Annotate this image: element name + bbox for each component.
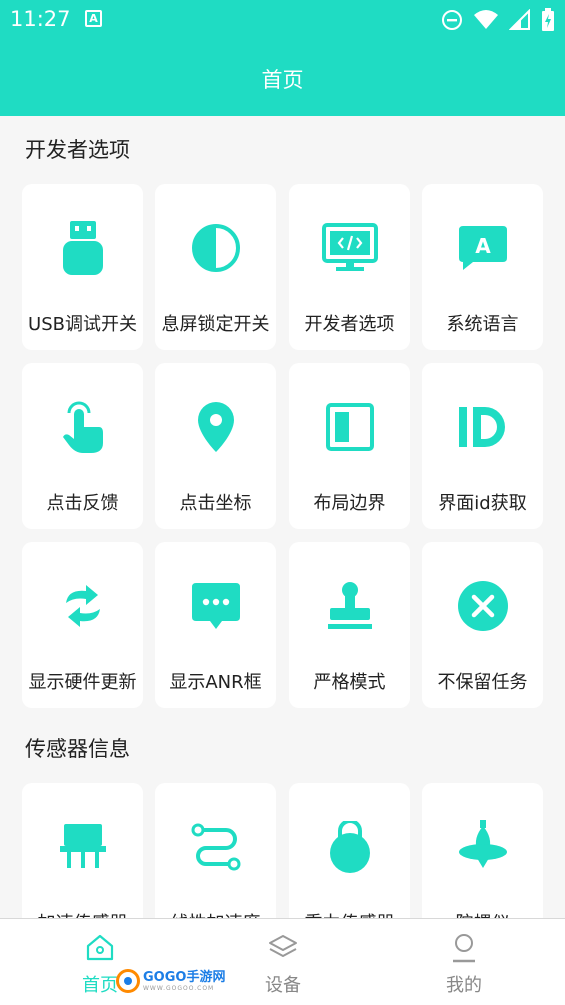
- main-content[interactable]: 开发者选项 USB调试开关 息屏锁定开关 开发者选项 A 系统语言 点击反馈 点…: [0, 116, 565, 918]
- app-bar: 首页: [0, 40, 565, 116]
- wifi-icon: [474, 10, 498, 29]
- section-title-developer: 开发者选项: [25, 138, 130, 162]
- card-developer-options[interactable]: 开发者选项: [289, 184, 410, 350]
- card-click-coordinates[interactable]: 点击坐标: [155, 363, 276, 529]
- usb-icon: [22, 220, 143, 276]
- card-hw-updates[interactable]: 显示硬件更新: [22, 542, 143, 708]
- home-icon: [6, 933, 194, 961]
- card-layout-bounds[interactable]: 布局边界: [289, 363, 410, 529]
- card-label: 界面id获取: [438, 493, 527, 514]
- card-anr-dialog[interactable]: 显示ANR框: [155, 542, 276, 708]
- card-label: 点击反馈: [46, 493, 119, 514]
- close-circle-icon: [422, 578, 543, 634]
- card-linear-acceleration[interactable]: 线性加速度: [155, 783, 276, 918]
- status-icons: [441, 8, 555, 32]
- card-label: 重力传感器: [289, 909, 410, 918]
- card-label: 陀螺仪: [422, 909, 543, 918]
- card-strict-mode[interactable]: 严格模式: [289, 542, 410, 708]
- language-icon: A: [422, 220, 543, 276]
- nav-tab-label: 我的: [446, 975, 482, 996]
- bottom-navigation: 首页 设备 我的: [0, 918, 565, 1005]
- card-no-keep-tasks[interactable]: 不保留任务: [422, 542, 543, 708]
- half-circle-icon: [155, 220, 276, 276]
- status-bar: 11:27 A: [0, 0, 565, 40]
- card-label: 不保留任务: [437, 672, 528, 693]
- card-usb-debug[interactable]: USB调试开关: [22, 184, 143, 350]
- card-label: 显示硬件更新: [28, 672, 137, 693]
- card-label: 严格模式: [313, 672, 386, 693]
- do-not-disturb-icon: [442, 10, 462, 30]
- user-icon: [370, 933, 558, 963]
- card-label: 点击坐标: [179, 493, 252, 514]
- layout-border-icon: [289, 399, 410, 455]
- card-click-feedback[interactable]: 点击反馈: [22, 363, 143, 529]
- nav-tab-mine[interactable]: 我的: [370, 919, 558, 1005]
- card-gravity-sensor[interactable]: 重力传感器: [289, 783, 410, 918]
- notification-icon: A: [85, 10, 102, 27]
- card-gyroscope[interactable]: 陀螺仪: [422, 783, 543, 918]
- card-label: 系统语言: [446, 314, 519, 335]
- path-icon: [155, 819, 276, 875]
- card-label: USB调试开关: [28, 314, 137, 335]
- card-screen-lock[interactable]: 息屏锁定开关: [155, 184, 276, 350]
- card-accelerometer[interactable]: 加速传感器: [22, 783, 143, 918]
- watermark-logo-icon: [116, 969, 140, 993]
- chip-icon: [22, 819, 143, 875]
- watermark-logo: GOGO手游网 WWW.GOGOO.COM: [116, 969, 225, 993]
- chat-dots-icon: [155, 578, 276, 634]
- page-title: 首页: [261, 68, 304, 92]
- status-time: 11:27: [10, 7, 71, 31]
- card-label: 息屏锁定开关: [161, 314, 270, 335]
- code-monitor-icon: [289, 220, 410, 276]
- card-system-language[interactable]: A 系统语言: [422, 184, 543, 350]
- id-icon: [422, 399, 543, 455]
- battery-icon: [542, 8, 554, 31]
- watermark-subtext: WWW.GOGOO.COM: [143, 984, 215, 992]
- tap-hand-icon: [22, 399, 143, 455]
- card-label: 显示ANR框: [169, 672, 262, 693]
- card-label: 开发者选项: [304, 314, 395, 335]
- card-ui-id[interactable]: 界面id获取: [422, 363, 543, 529]
- refresh-arrows-icon: [22, 578, 143, 634]
- card-label: 加速传感器: [22, 909, 143, 918]
- watermark-text: GOGO手游网: [143, 969, 226, 985]
- signal-icon: [509, 9, 530, 30]
- card-label: 布局边界: [313, 493, 386, 514]
- location-pin-icon: [155, 399, 276, 455]
- kettlebell-icon: [289, 819, 410, 875]
- stamp-icon: [289, 578, 410, 634]
- layers-icon: [189, 933, 377, 961]
- card-label: 线性加速度: [155, 909, 276, 918]
- gyroscope-icon: [422, 819, 543, 875]
- svg-text:A: A: [475, 234, 491, 258]
- section-title-sensor: 传感器信息: [25, 737, 130, 761]
